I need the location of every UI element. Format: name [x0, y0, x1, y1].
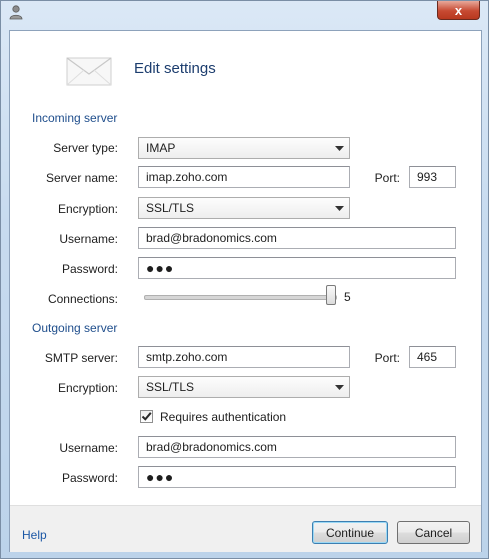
incoming-username-label: Username: [59, 232, 118, 246]
incoming-encryption-dropdown[interactable]: SSL/TLS [138, 197, 350, 219]
chevron-down-icon [329, 377, 349, 397]
outgoing-password-label: Password: [61, 471, 118, 485]
outgoing-encryption-dropdown[interactable]: SSL/TLS [138, 376, 350, 398]
incoming-password-field[interactable]: ●●● [138, 257, 456, 279]
help-link[interactable]: Help [22, 528, 47, 542]
connections-value: 5 [344, 290, 351, 304]
dialog-content: Edit settings Incoming server Server typ… [9, 30, 482, 552]
cancel-button[interactable]: Cancel [397, 521, 470, 544]
chevron-down-icon [329, 198, 349, 218]
server-type-dropdown[interactable]: IMAP [138, 137, 350, 159]
outgoing-encryption-label: Encryption: [57, 381, 118, 395]
outgoing-port-field[interactable]: 465 [409, 346, 456, 368]
outgoing-username-label: Username: [59, 441, 118, 455]
incoming-encryption-label: Encryption: [57, 202, 118, 216]
incoming-port-label: Port: [374, 171, 400, 185]
envelope-icon [66, 57, 112, 86]
window-frame: x Edit settings Incoming server Server t… [0, 0, 489, 559]
outgoing-password-field[interactable]: ●●● [138, 466, 456, 488]
server-type-value: IMAP [146, 141, 176, 155]
page-title: Edit settings [134, 60, 216, 77]
outgoing-port-label: Port: [374, 351, 400, 365]
outgoing-encryption-value: SSL/TLS [146, 380, 195, 394]
outgoing-username-field[interactable]: brad@bradonomics.com [138, 436, 456, 458]
connections-slider-thumb[interactable] [326, 285, 336, 305]
continue-button[interactable]: Continue [312, 521, 388, 544]
close-icon: x [454, 2, 463, 18]
incoming-password-label: Password: [61, 262, 118, 276]
requires-auth-label[interactable]: Requires authentication [160, 410, 286, 424]
server-name-label: Server name: [45, 171, 118, 185]
incoming-section-title: Incoming server [32, 111, 118, 125]
checkmark-icon [141, 412, 152, 421]
user-icon [9, 5, 23, 20]
chevron-down-icon [329, 138, 349, 158]
outgoing-section-title: Outgoing server [32, 321, 118, 335]
requires-auth-checkbox[interactable] [140, 410, 153, 423]
server-type-label: Server type: [53, 141, 118, 155]
incoming-port-field[interactable]: 993 [409, 166, 456, 188]
incoming-encryption-value: SSL/TLS [146, 201, 195, 215]
smtp-server-label: SMTP server: [44, 351, 118, 365]
connections-label: Connections: [47, 292, 118, 306]
incoming-username-field[interactable]: brad@bradonomics.com [138, 227, 456, 249]
connections-slider-track[interactable] [144, 295, 337, 300]
close-button[interactable]: x [437, 1, 480, 20]
